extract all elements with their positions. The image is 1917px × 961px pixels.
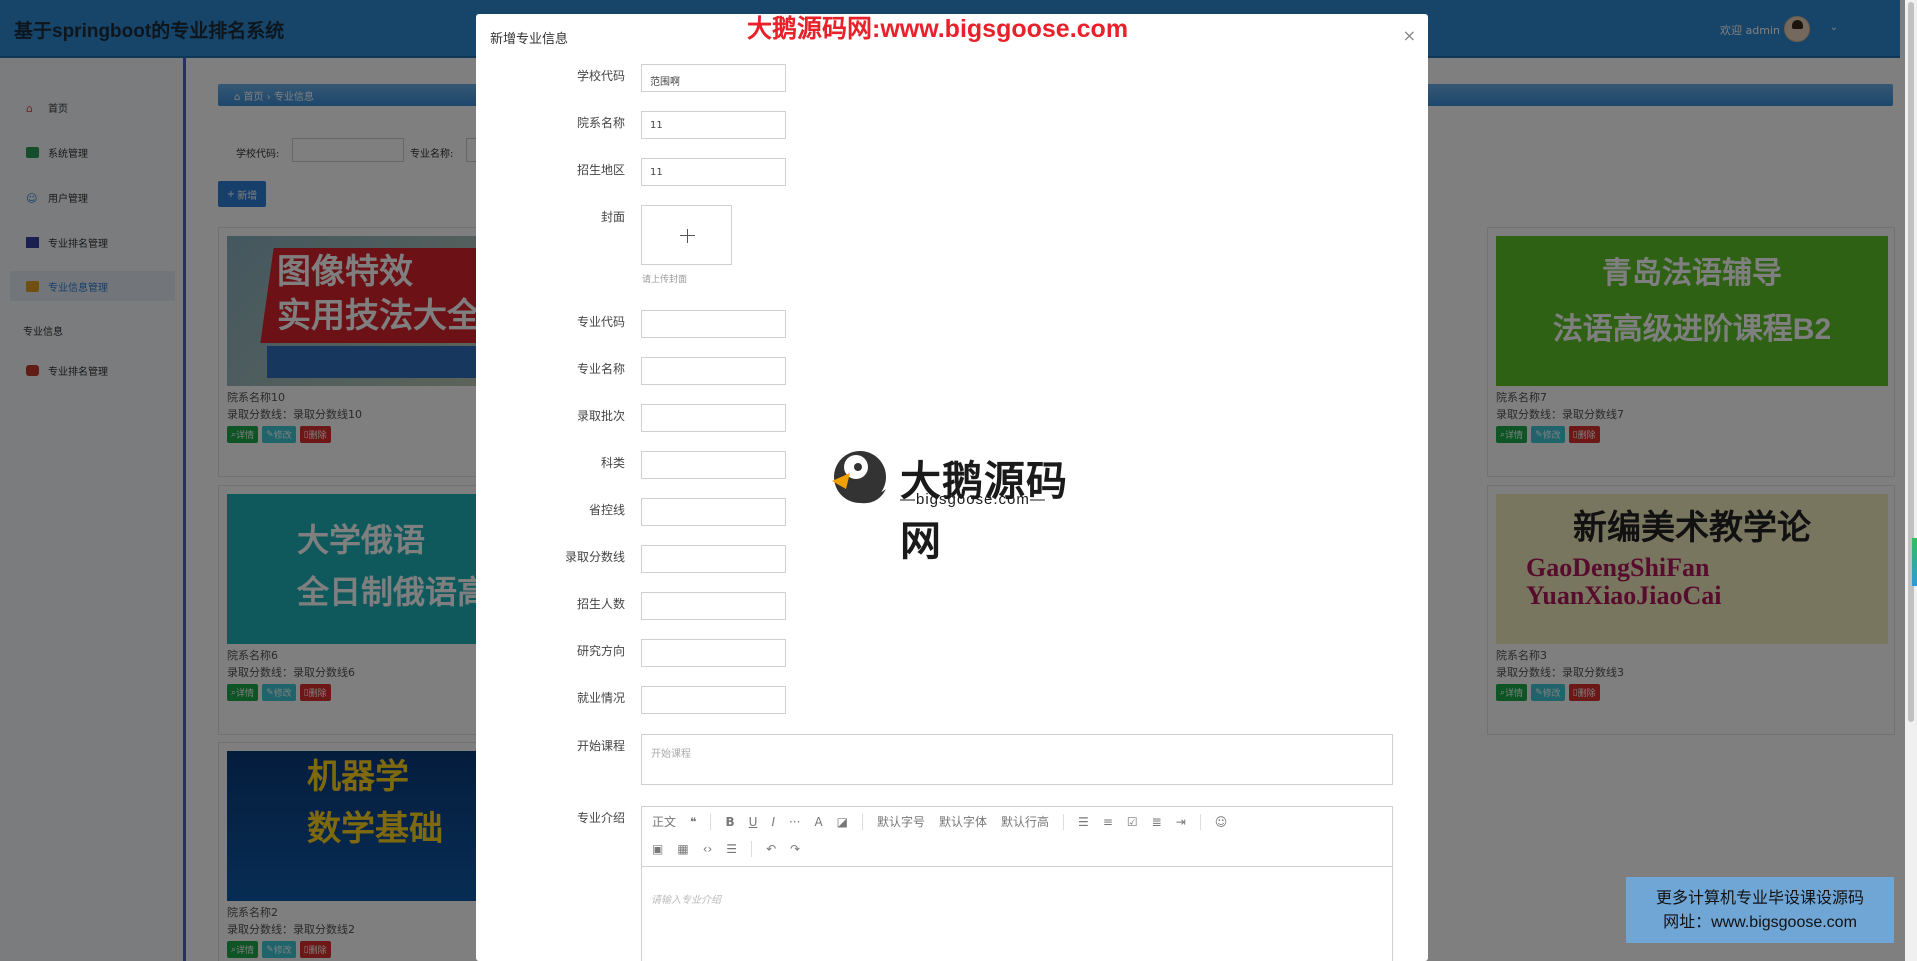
- watermark-top: 大鹅源码网:www.bigsgoose.com: [747, 15, 1129, 43]
- region-field[interactable]: 11: [641, 158, 786, 186]
- divider: [1063, 813, 1065, 830]
- cover-upload[interactable]: [641, 205, 732, 265]
- major-name-field[interactable]: [641, 357, 786, 385]
- watermark-corner: 更多计算机专业毕设课设源码 网址：www.bigsgoose.com: [1626, 877, 1894, 943]
- school-code-field[interactable]: 范围啊: [641, 64, 786, 92]
- code-icon[interactable]: ‹›: [703, 842, 713, 856]
- employment-field[interactable]: [641, 686, 786, 714]
- more-icon[interactable]: ···: [789, 815, 800, 829]
- field-label: 录取批次: [576, 409, 625, 423]
- scroll-indicator: [1912, 538, 1917, 586]
- batch-field[interactable]: [641, 404, 786, 432]
- field-label: 录取分数线: [564, 550, 625, 564]
- field-label: 院系名称: [576, 116, 625, 130]
- indent-icon[interactable]: ⇥: [1176, 815, 1186, 829]
- italic-icon[interactable]: I: [771, 815, 775, 829]
- close-icon[interactable]: ×: [1403, 26, 1416, 45]
- divider: [751, 841, 753, 857]
- cover-hint: 请上传封面: [642, 275, 688, 285]
- line-height-select[interactable]: 默认行高: [1001, 813, 1049, 830]
- province-line-field[interactable]: [641, 498, 786, 526]
- field-label: 开始课程: [576, 739, 625, 753]
- rich-text-editor[interactable]: 正文 ❝ B U I ··· A ◪ 默认字号 默认字体 默认行高 ☰ ≡ ☑ …: [641, 806, 1393, 961]
- todo-icon[interactable]: ☑: [1127, 815, 1138, 829]
- underline-icon[interactable]: U: [749, 815, 758, 829]
- watermark-corner-line1: 更多计算机专业毕设课设源码: [1655, 890, 1864, 907]
- scrollbar[interactable]: [1905, 0, 1917, 961]
- field-label: 就业情况: [576, 691, 625, 705]
- divider-line-icon[interactable]: ☰: [726, 842, 737, 856]
- editor-placeholder: 请输入专业介绍: [651, 895, 721, 906]
- field-label: 研究方向: [576, 644, 625, 658]
- research-field[interactable]: [641, 639, 786, 667]
- font-color-icon[interactable]: A: [814, 815, 822, 829]
- course-textarea[interactable]: 开始课程: [641, 734, 1393, 785]
- quote-icon[interactable]: ❝: [690, 815, 696, 829]
- undo-icon[interactable]: ↶: [766, 842, 776, 856]
- divider: [710, 813, 712, 830]
- font-size-select[interactable]: 默认字号: [877, 813, 925, 830]
- paragraph-select[interactable]: 正文: [652, 813, 676, 830]
- watermark-corner-line2: 网址：www.bigsgoose.com: [1663, 914, 1857, 931]
- background-color-icon[interactable]: ◪: [837, 815, 848, 829]
- field-label: 学校代码: [576, 69, 625, 83]
- align-icon[interactable]: ≣: [1152, 815, 1162, 829]
- divider: [862, 813, 863, 830]
- scrollbar-thumb[interactable]: [1908, 2, 1914, 722]
- numbered-list-icon[interactable]: ≡: [1103, 815, 1113, 829]
- font-family-select[interactable]: 默认字体: [939, 813, 987, 830]
- field-label: 科类: [600, 456, 625, 470]
- field-label: 招生地区: [576, 163, 625, 177]
- emoji-icon[interactable]: ☺: [1215, 815, 1228, 829]
- field-label: 专业名称: [576, 362, 625, 376]
- table-icon[interactable]: ▦: [677, 842, 688, 856]
- editor-toolbar: 正文 ❝ B U I ··· A ◪ 默认字号 默认字体 默认行高 ☰ ≡ ☑ …: [642, 807, 1392, 867]
- watermark-subtitle: —bigsgoose.com—: [900, 491, 1046, 508]
- major-code-field[interactable]: [641, 310, 786, 338]
- field-label: 专业介绍: [576, 811, 625, 825]
- field-label: 封面: [600, 210, 625, 224]
- watermark-center: 大鹅源码网 —bigsgoose.com—: [826, 445, 1101, 564]
- redo-icon[interactable]: ↷: [790, 842, 800, 856]
- bullet-list-icon[interactable]: ☰: [1078, 815, 1089, 829]
- goose-logo-icon: [832, 451, 886, 504]
- bold-icon[interactable]: B: [725, 815, 734, 829]
- enrollment-field[interactable]: [641, 592, 786, 620]
- dialog-title: 新增专业信息: [490, 32, 569, 47]
- field-label: 专业代码: [576, 315, 625, 329]
- subject-field[interactable]: [641, 451, 786, 479]
- image-icon[interactable]: ▣: [652, 842, 663, 856]
- field-label: 招生人数: [576, 597, 625, 611]
- field-label: 省控线: [588, 503, 625, 517]
- department-field[interactable]: 11: [641, 111, 786, 139]
- divider: [1199, 813, 1201, 830]
- admission-score-field[interactable]: [641, 545, 786, 573]
